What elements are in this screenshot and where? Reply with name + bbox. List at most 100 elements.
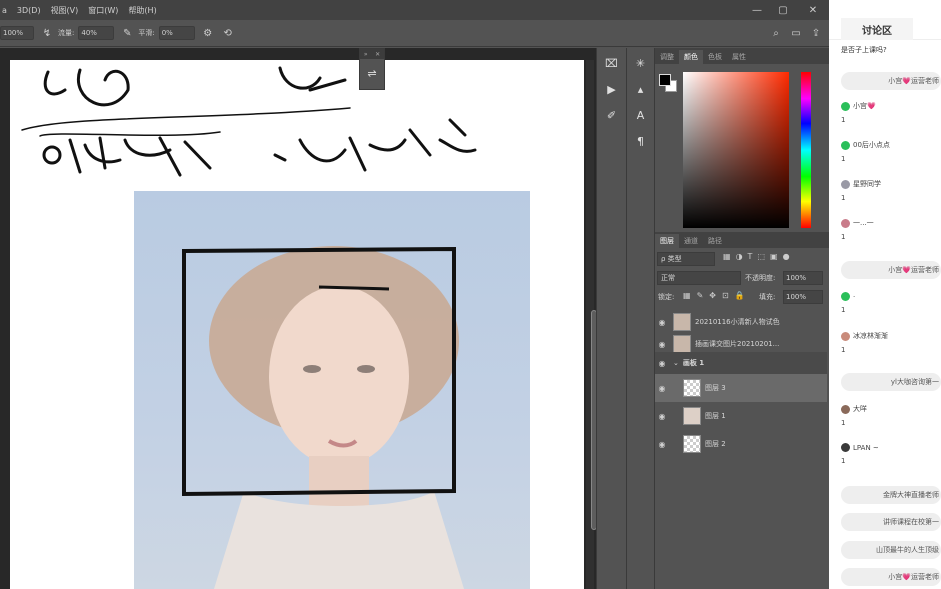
eye-icon[interactable]: ◉ — [655, 384, 669, 393]
chat-message: 00后小点点 1 — [841, 140, 890, 163]
airbrush-icon[interactable]: ✎ — [120, 26, 134, 40]
share-icon[interactable]: ⇪ — [809, 26, 823, 40]
symmetry-icon[interactable]: ⟲ — [221, 26, 235, 40]
layer-row[interactable]: ◉ 图层 2 — [655, 430, 827, 458]
maximize-icon[interactable]: ▢ — [771, 0, 795, 20]
tab-adjustments[interactable]: 调整 — [655, 50, 679, 64]
tab-color[interactable]: 颜色 — [679, 50, 703, 64]
menu-item-3d[interactable]: 3D(D) — [17, 6, 41, 15]
left-eye — [303, 365, 321, 373]
smart-filter-icon[interactable]: ▣ — [770, 252, 778, 266]
discussion-panel: 讨论区 是否子上课吗? 小宫💗运营老师 小宫💗 1 00后小点点 1 星野同学 … — [829, 0, 941, 589]
color-panel-tabs: 调整 颜色 色板 属性 — [655, 48, 829, 64]
tab-properties[interactable]: 属性 — [727, 50, 751, 64]
workspace-icon[interactable]: ▭ — [789, 26, 803, 40]
menu-item-view[interactable]: 视图(V) — [51, 5, 79, 16]
sketch-stroke — [318, 285, 390, 291]
lock-icons: ▦ ✎ ✥ ⊡ 🔒 — [683, 291, 745, 300]
document-canvas[interactable]: 镜 例 ①色彩饱 ②对比点 — [10, 60, 584, 589]
opacity-field[interactable]: 100% — [783, 271, 823, 285]
layer-row[interactable]: ◉ 图层 1 — [655, 402, 827, 430]
layer-name: 20210116小清新人物试色 — [695, 318, 780, 326]
fill-field[interactable]: 100% — [783, 290, 823, 304]
type-filter-icon[interactable]: T — [748, 252, 753, 266]
menu-item-edit[interactable]: a — [2, 6, 7, 15]
histogram-icon[interactable]: ▴ — [630, 78, 652, 100]
layer-name: 图层 1 — [705, 412, 726, 420]
chat-text: 1 — [841, 457, 846, 465]
character-icon[interactable]: A — [630, 104, 652, 126]
chat-pill: 山顶最牛的人生顶级 — [841, 541, 941, 559]
eye-icon[interactable]: ◉ — [655, 440, 669, 449]
close-icon[interactable]: ✕ — [801, 0, 825, 20]
lock-move-icon[interactable]: ✥ — [709, 291, 716, 300]
tab-channels[interactable]: 通道 — [679, 234, 703, 248]
layer-filter-select[interactable]: ρ 类型 — [657, 252, 715, 266]
chat-message: 小宫💗 1 — [841, 101, 876, 124]
eye-icon[interactable]: ◉ — [655, 340, 669, 349]
filter-toggle-icon[interactable]: ● — [783, 252, 790, 266]
chat-message: 大咩 1 — [841, 404, 867, 427]
layer-row-selected[interactable]: ◉ 图层 3 — [655, 374, 827, 402]
sketch-stroke — [42, 145, 62, 165]
menu-item-window[interactable]: 窗口(W) — [88, 5, 118, 16]
floating-panel-header[interactable]: » ✕ — [360, 49, 384, 59]
brush-size-field[interactable]: 100% — [0, 26, 34, 40]
avatar — [841, 331, 850, 341]
chat-text: 1 — [841, 155, 846, 163]
flow-field[interactable]: 40% — [78, 26, 115, 40]
sketch-stroke — [21, 107, 351, 131]
chevron-down-icon[interactable]: ⌄ — [673, 359, 679, 367]
eye-icon[interactable]: ◉ — [655, 359, 669, 368]
pressure-icon[interactable]: ↯ — [40, 26, 54, 40]
tab-layers[interactable]: 图层 — [655, 234, 679, 248]
chat-message: 一...一 1 — [841, 218, 874, 241]
avatar — [841, 404, 850, 414]
chat-text: 1 — [841, 346, 846, 354]
history-icon[interactable]: ⌧ — [601, 52, 623, 74]
play-icon[interactable]: ▶ — [601, 78, 623, 100]
foreground-color-swatch[interactable] — [659, 74, 671, 86]
layer-name: 图层 3 — [705, 384, 726, 392]
vertical-scrollbar[interactable] — [586, 60, 597, 589]
adjustment-filter-icon[interactable]: ◑ — [736, 252, 743, 266]
layer-name: 插画课交图片20210201... — [695, 340, 780, 348]
paragraph-icon[interactable]: ¶ — [630, 130, 652, 152]
lock-artboard-icon[interactable]: ⊡ — [722, 291, 729, 300]
asterisk-icon[interactable]: ✳ — [630, 52, 652, 74]
pixel-filter-icon[interactable]: ▦ — [723, 252, 731, 266]
search-icon[interactable]: ⌕ — [769, 26, 783, 40]
tab-discussion[interactable]: 讨论区 — [841, 18, 913, 40]
brush-settings-icon[interactable]: ✐ — [601, 104, 623, 126]
blend-mode-select[interactable]: 正常 — [657, 271, 741, 285]
lock-brush-icon[interactable]: ✎ — [697, 291, 704, 300]
minimize-icon[interactable]: — — [745, 0, 769, 20]
lock-pixels-icon[interactable]: ▦ — [683, 291, 691, 300]
avatar — [841, 101, 850, 111]
fill-label: 填充: — [759, 293, 776, 301]
chat-username: 00后小点点 — [853, 141, 890, 149]
lock-all-icon[interactable]: 🔒 — [735, 291, 745, 300]
options-bar: 100% ↯ 流量: 40% ✎ 平滑: 0% ⚙ ⟲ ⌕ ▭ ⇪ — [0, 20, 829, 47]
chat-pill: 讲师课程在校第一 — [841, 513, 941, 531]
avatar — [841, 140, 850, 150]
smoothing-field[interactable]: 0% — [158, 26, 195, 40]
layer-filter-icons: ▦ ◑ T ⬚ ▣ ● — [723, 252, 823, 266]
chat-username: 大咩 — [853, 405, 867, 413]
shape-filter-icon[interactable]: ⬚ — [757, 252, 765, 266]
opacity-label: 不透明度: — [745, 274, 776, 282]
gear-icon[interactable]: ⚙ — [201, 26, 215, 40]
artboard-row[interactable]: ◉ ⌄ 画板 1 — [655, 352, 827, 374]
adjust-icon[interactable]: ⇌ — [360, 59, 384, 87]
menu-item-help[interactable]: 帮助(H) — [128, 5, 156, 16]
eye-icon[interactable]: ◉ — [655, 318, 669, 327]
chat-pill: 小宫💗运营老师 — [841, 568, 941, 586]
tab-swatches[interactable]: 色板 — [703, 50, 727, 64]
eye-icon[interactable]: ◉ — [655, 412, 669, 421]
face-shape — [269, 286, 409, 466]
hue-slider[interactable] — [801, 72, 811, 228]
tab-paths[interactable]: 路径 — [703, 234, 727, 248]
saturation-value-field[interactable] — [683, 72, 789, 228]
flow-label: 流量: — [58, 29, 75, 37]
layers-panel: 图层 通道 路径 ρ 类型 ▦ ◑ T ⬚ ▣ ● 正常 不透明度: 100% … — [654, 232, 829, 589]
